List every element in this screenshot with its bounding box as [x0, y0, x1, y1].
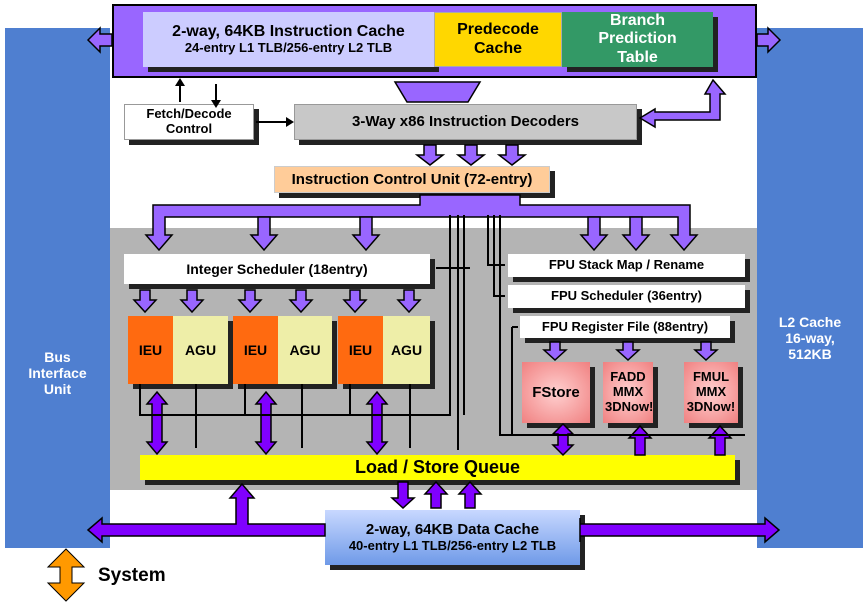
instruction-decoders: 3-Way x86 Instruction Decoders [294, 104, 637, 140]
system-double-arrow-icon [46, 548, 86, 602]
dcache-tlb: 40-entry L1 TLB/256-entry L2 TLB [348, 537, 557, 553]
decoders-label: 3-Way x86 Instruction Decoders [351, 113, 579, 131]
fetch-decode-label: Fetch/Decode Control [146, 106, 232, 136]
l2-cache: L2 Cache 16-way, 512KB [757, 28, 863, 548]
fpu-stack-map: FPU Stack Map / Rename [508, 254, 745, 277]
bus-double-arrow-icon [579, 516, 781, 544]
fstore-label: FStore [532, 383, 580, 401]
branch-feedback-arrow-icon [638, 78, 727, 129]
instruction-cache: 2-way, 64KB Instruction Cache 24-entry L… [143, 12, 434, 67]
athlon-block-diagram: Bus Interface Unit L2 Cache 16-way, 512K… [0, 0, 868, 604]
ieu-3: IEU [338, 316, 383, 384]
agu-label: AGU [184, 341, 217, 358]
branch-label: Branch Prediction Table [598, 11, 677, 66]
integer-scheduler: Integer Scheduler (18entry) [124, 254, 430, 284]
fpu-register-file: FPU Register File (88entry) [520, 316, 730, 338]
agu-label: AGU [289, 341, 321, 358]
dcache-title: 2-way, 64KB Data Cache [365, 521, 540, 539]
ieu-label: IEU [348, 341, 373, 358]
predecode-cache: Predecode Cache [434, 12, 562, 67]
agu-3: AGU [383, 316, 430, 384]
lsq-label: Load / Store Queue [354, 457, 521, 478]
ieu-label: IEU [243, 341, 268, 358]
fmul-unit: FMUL MMX 3DNow! [684, 362, 738, 423]
ieu-label: IEU [138, 341, 163, 358]
down-arrow-icon [455, 144, 487, 166]
fpu-regfile-label: FPU Register File (88entry) [541, 318, 709, 334]
fadd-unit: FADD MMX 3DNow! [603, 362, 653, 423]
bus-interface-label: Bus Interface Unit [28, 348, 87, 398]
fpu-sched-label: FPU Scheduler (36entry) [551, 288, 702, 304]
data-cache: 2-way, 64KB Data Cache 40-entry L1 TLB/2… [325, 510, 580, 565]
agu-2: AGU [278, 316, 332, 384]
down-arrow-icon [496, 144, 528, 166]
bus-interface-unit: Bus Interface Unit [5, 28, 110, 548]
agu-1: AGU [173, 316, 228, 384]
ieu-1: IEU [128, 316, 173, 384]
icache-tlb: 24-entry L1 TLB/256-entry L2 TLB [184, 40, 393, 56]
fpu-stack-label: FPU Stack Map / Rename [548, 257, 705, 273]
fetch-decode-control: Fetch/Decode Control [124, 104, 254, 140]
agu-label: AGU [390, 341, 423, 358]
predecode-label: Predecode Cache [457, 21, 539, 57]
fstore-unit: FStore [522, 362, 590, 423]
fpu-scheduler: FPU Scheduler (36entry) [508, 285, 745, 308]
icache-title: 2-way, 64KB Instruction Cache [172, 22, 405, 40]
down-arrow-icon [414, 144, 446, 166]
load-store-queue: Load / Store Queue [140, 455, 735, 480]
funnel-arrow-icon [393, 81, 482, 103]
system-text: System [98, 565, 166, 587]
system-label: System [98, 563, 166, 589]
fadd-label: FADD MMX 3DNow! [605, 369, 654, 414]
icu-label: Instruction Control Unit (72-entry) [291, 170, 533, 188]
bus-double-arrow-icon [86, 482, 326, 544]
int-scheduler-label: Integer Scheduler (18entry) [186, 260, 368, 277]
ieu-2: IEU [233, 316, 278, 384]
branch-prediction-table: Branch Prediction Table [562, 12, 713, 67]
fmul-label: FMUL MMX 3DNow! [686, 369, 736, 414]
l2-cache-label: L2 Cache 16-way, 512KB [778, 313, 842, 363]
instruction-control-unit: Instruction Control Unit (72-entry) [274, 166, 550, 193]
